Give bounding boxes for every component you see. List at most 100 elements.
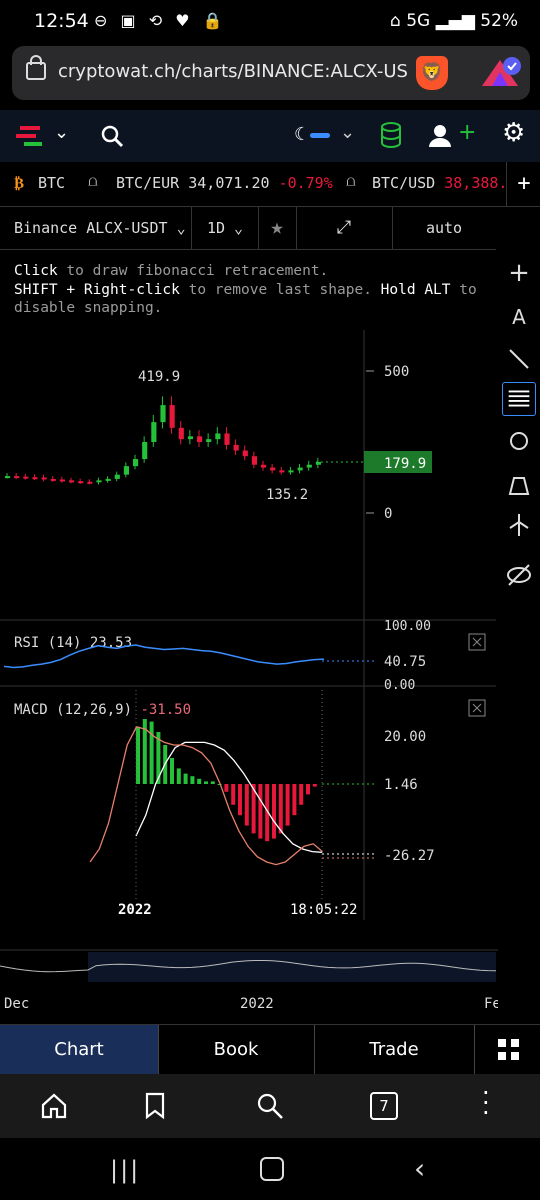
macd-name: MACD (12,26,9) xyxy=(14,702,132,718)
search-icon[interactable] xyxy=(256,1092,284,1120)
candle xyxy=(197,436,203,442)
close-macd-cross xyxy=(472,703,482,713)
system-nav: ||| ‹ xyxy=(0,1138,540,1200)
lock-icon[interactable] xyxy=(26,55,46,80)
macd-bar xyxy=(258,784,263,839)
brave-rewards-icon[interactable] xyxy=(478,56,522,90)
candle xyxy=(50,478,56,481)
tab-book[interactable]: Book xyxy=(158,1025,315,1075)
candle xyxy=(96,480,102,483)
rsi-y-tick-label: 0.00 xyxy=(384,678,415,693)
macd-bar xyxy=(299,784,304,805)
back-icon[interactable]: ‹ xyxy=(414,1152,425,1185)
interval-selector[interactable]: 1D ⌄ xyxy=(192,207,259,249)
candle xyxy=(288,470,294,473)
macd-bar xyxy=(312,784,317,787)
macd-bar xyxy=(149,721,154,784)
bookmark-icon[interactable] xyxy=(144,1092,166,1120)
url-bar[interactable]: cryptowat.ch/charts/BINANCE:ALCX-USDT?pe… xyxy=(12,46,530,100)
macd-value: -31.50 xyxy=(140,702,191,718)
theme-chevron-icon[interactable]: ⌄ xyxy=(340,122,355,143)
settings-gear-icon[interactable]: ⚙ xyxy=(502,118,525,148)
fullscreen-icon[interactable]: ⤢ xyxy=(296,207,393,249)
add-ticker-button[interactable]: + xyxy=(506,162,540,206)
macd-bar xyxy=(238,784,242,816)
status-right: ⌂ 5G ▂▄▆ 52% xyxy=(390,11,518,31)
add-account-icon[interactable]: + xyxy=(458,120,476,145)
candle xyxy=(151,422,157,442)
hint-text: to xyxy=(450,281,477,298)
tab-trade[interactable]: Trade xyxy=(314,1025,475,1075)
macd-bar xyxy=(204,781,208,784)
wifi-icon: ⌂ xyxy=(390,11,401,31)
crosshair-plus-icon[interactable]: + xyxy=(502,256,536,290)
rsi-name: RSI (14) xyxy=(14,635,81,651)
home-icon[interactable] xyxy=(40,1092,68,1120)
candle xyxy=(32,477,38,480)
macd-bar xyxy=(231,784,236,805)
scale-mode-button[interactable]: auto xyxy=(392,207,496,249)
url-text[interactable]: cryptowat.ch/charts/BINANCE:ALCX-USDT?pe xyxy=(58,61,408,82)
macd-bar xyxy=(285,784,290,826)
move-tool-icon[interactable] xyxy=(502,508,536,542)
market-selector[interactable]: Binance ALCX-USDT ⌄ xyxy=(0,207,192,249)
hint-text: disable snapping. xyxy=(14,300,163,316)
high-price-label: 419.9 xyxy=(138,369,180,385)
ticker-item[interactable]: BTC/USD 38,388. xyxy=(372,174,506,192)
theme-toggle[interactable] xyxy=(310,133,330,138)
rsi-last-label: 40.75 xyxy=(384,654,426,670)
candle xyxy=(224,433,230,445)
line-tool-icon[interactable] xyxy=(502,342,536,376)
hint-key: Click xyxy=(14,263,58,279)
navigator-window[interactable] xyxy=(88,952,496,982)
candle xyxy=(133,459,139,467)
fibonacci-tool-icon[interactable] xyxy=(502,382,536,416)
candle xyxy=(123,466,129,475)
ticker-symbol[interactable]: BTC xyxy=(38,174,65,192)
text-tool-icon[interactable]: A xyxy=(502,300,536,334)
macd-bar xyxy=(176,768,181,784)
menu-more-icon[interactable]: · · · xyxy=(482,1081,490,1125)
macd-bar xyxy=(244,784,249,826)
macd-y-tick-label: -26.27 xyxy=(384,848,435,864)
chart-area[interactable]: 419.9 135.2 500 0 179.9 RSI (14) 23.53 1… xyxy=(0,330,498,1024)
candle xyxy=(261,464,267,468)
candle xyxy=(14,476,20,479)
moon-icon[interactable]: ☾ xyxy=(294,124,310,145)
low-price-label: 135.2 xyxy=(266,487,308,503)
macd-bar xyxy=(292,784,297,816)
close-rsi-cross xyxy=(472,637,482,647)
hide-drawings-icon[interactable] xyxy=(502,558,536,592)
candle xyxy=(5,476,11,479)
candle xyxy=(69,480,75,483)
candle xyxy=(87,481,93,484)
macd-bar xyxy=(278,784,283,834)
time-axis-label: 18:05:22 xyxy=(290,902,357,918)
chevron-down-icon: ⌄ xyxy=(234,219,244,237)
tab-chart[interactable]: Chart xyxy=(0,1025,159,1075)
candle xyxy=(251,456,257,465)
brave-shields-icon[interactable]: 🦁 xyxy=(416,56,448,90)
ticker-price: 34,071.20 xyxy=(188,174,270,192)
search-icon[interactable] xyxy=(100,124,124,148)
tab-count-button[interactable]: 7 xyxy=(370,1092,398,1120)
candle xyxy=(233,444,239,451)
favorite-star-icon[interactable]: ★ xyxy=(258,207,297,249)
chevron-down-icon[interactable]: ⌄ xyxy=(54,122,69,143)
recent-apps-icon[interactable]: ||| xyxy=(110,1156,140,1184)
hint-key: SHIFT + Right-click xyxy=(14,281,180,298)
measure-tool-icon[interactable] xyxy=(502,468,536,502)
home-button-icon[interactable] xyxy=(260,1157,284,1181)
candle xyxy=(187,436,193,440)
macd-bar xyxy=(183,773,188,784)
circle-tool-icon[interactable] xyxy=(502,424,536,458)
candle xyxy=(169,405,175,428)
user-icon[interactable] xyxy=(428,124,452,148)
ticker-item[interactable]: BTC/EUR 34,071.20 -0.79% xyxy=(116,174,333,192)
grid-layout-icon[interactable] xyxy=(498,1039,520,1061)
ticker-price: 38,388. xyxy=(444,174,506,192)
drawing-tools: + A xyxy=(498,250,540,1000)
database-icon[interactable] xyxy=(380,122,402,150)
network-label: 5G xyxy=(406,11,431,31)
cryptowatch-logo-icon[interactable] xyxy=(16,124,44,148)
